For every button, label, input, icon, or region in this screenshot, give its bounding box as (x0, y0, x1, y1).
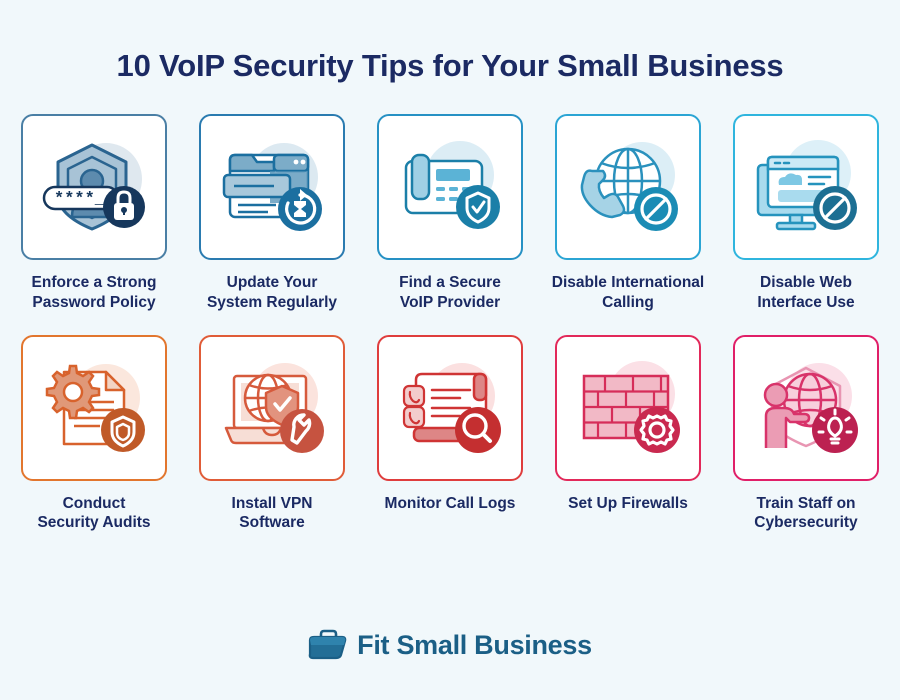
tip-card-3[interactable] (377, 114, 523, 260)
tip-cell-1: ****_ Enforce a Strong Password Policy (20, 114, 168, 313)
tip-card-1[interactable]: ****_ (21, 114, 167, 260)
tips-row-1: ****_ Enforce a Strong Password Policy U… (20, 114, 880, 313)
tip-card-4[interactable] (555, 114, 701, 260)
brand-name: Fit Small Business (357, 629, 592, 660)
tip-cell-5: Disable Web Interface Use (732, 114, 880, 313)
tips-grid: ****_ Enforce a Strong Password Policy U… (20, 114, 880, 533)
page-title: 10 VoIP Security Tips for Your Small Bus… (116, 48, 784, 83)
shield-person-password-icon: ****_ (42, 143, 145, 231)
brick-wall-firewall-icon (582, 360, 680, 453)
tip-cell-7: Install VPN Software (198, 334, 346, 534)
tip-label-9: Set Up Firewalls (568, 494, 688, 512)
briefcase-icon (308, 629, 347, 660)
tip-card-8[interactable] (377, 334, 523, 481)
tip-cell-3: Find a Secure VoIP Provider (376, 114, 524, 313)
tip-cell-10: Train Staff on Cybersecurity (732, 334, 880, 534)
tip-card-10[interactable] (733, 334, 879, 481)
laptop-globe-vpn-icon (224, 362, 324, 453)
tip-label-5: Disable Web Interface Use (757, 274, 855, 311)
tip-cell-6: Conduct Security Audits (20, 334, 168, 534)
person-globe-training-icon (763, 362, 858, 453)
tip-label-4: Disable International Calling (551, 274, 705, 311)
tip-label-8: Monitor Call Logs (384, 494, 516, 512)
tip-label-3: Find a Secure VoIP Provider (399, 274, 501, 311)
tips-row-2: Conduct Security Audits Install VPN Soft… (20, 334, 880, 534)
tip-cell-9: Set Up Firewalls (554, 334, 702, 534)
document-gear-audit-icon (45, 363, 145, 452)
password-field-text: ****_ (54, 190, 106, 209)
tip-card-7[interactable] (199, 334, 345, 481)
tip-card-9[interactable] (555, 334, 701, 481)
tip-label-6: Conduct Security Audits (37, 494, 151, 532)
tip-cell-2: Update Your System Regularly (198, 114, 346, 313)
monitor-web-interface-icon (756, 140, 857, 231)
browser-window-update-icon (222, 143, 322, 231)
globe-phone-icon (580, 142, 678, 231)
desk-phone-icon (404, 141, 500, 229)
tip-card-5[interactable] (733, 114, 879, 260)
tip-label-1: Enforce a Strong Password Policy (31, 274, 157, 311)
tip-card-2[interactable] (199, 114, 345, 260)
tip-label-2: Update Your System Regularly (206, 274, 338, 311)
tip-cell-8: Monitor Call Logs (376, 334, 524, 534)
tip-label-7: Install VPN Software (231, 494, 313, 532)
footer-brand: Fit Small Business (0, 628, 900, 662)
infographic-page: 10 VoIP Security Tips for Your Small Bus… (0, 0, 900, 700)
tip-label-10: Train Staff on Cybersecurity (754, 494, 858, 532)
tip-cell-4: Disable International Calling (552, 114, 704, 313)
tip-card-6[interactable] (21, 334, 167, 481)
call-log-scroll-icon (402, 362, 501, 453)
